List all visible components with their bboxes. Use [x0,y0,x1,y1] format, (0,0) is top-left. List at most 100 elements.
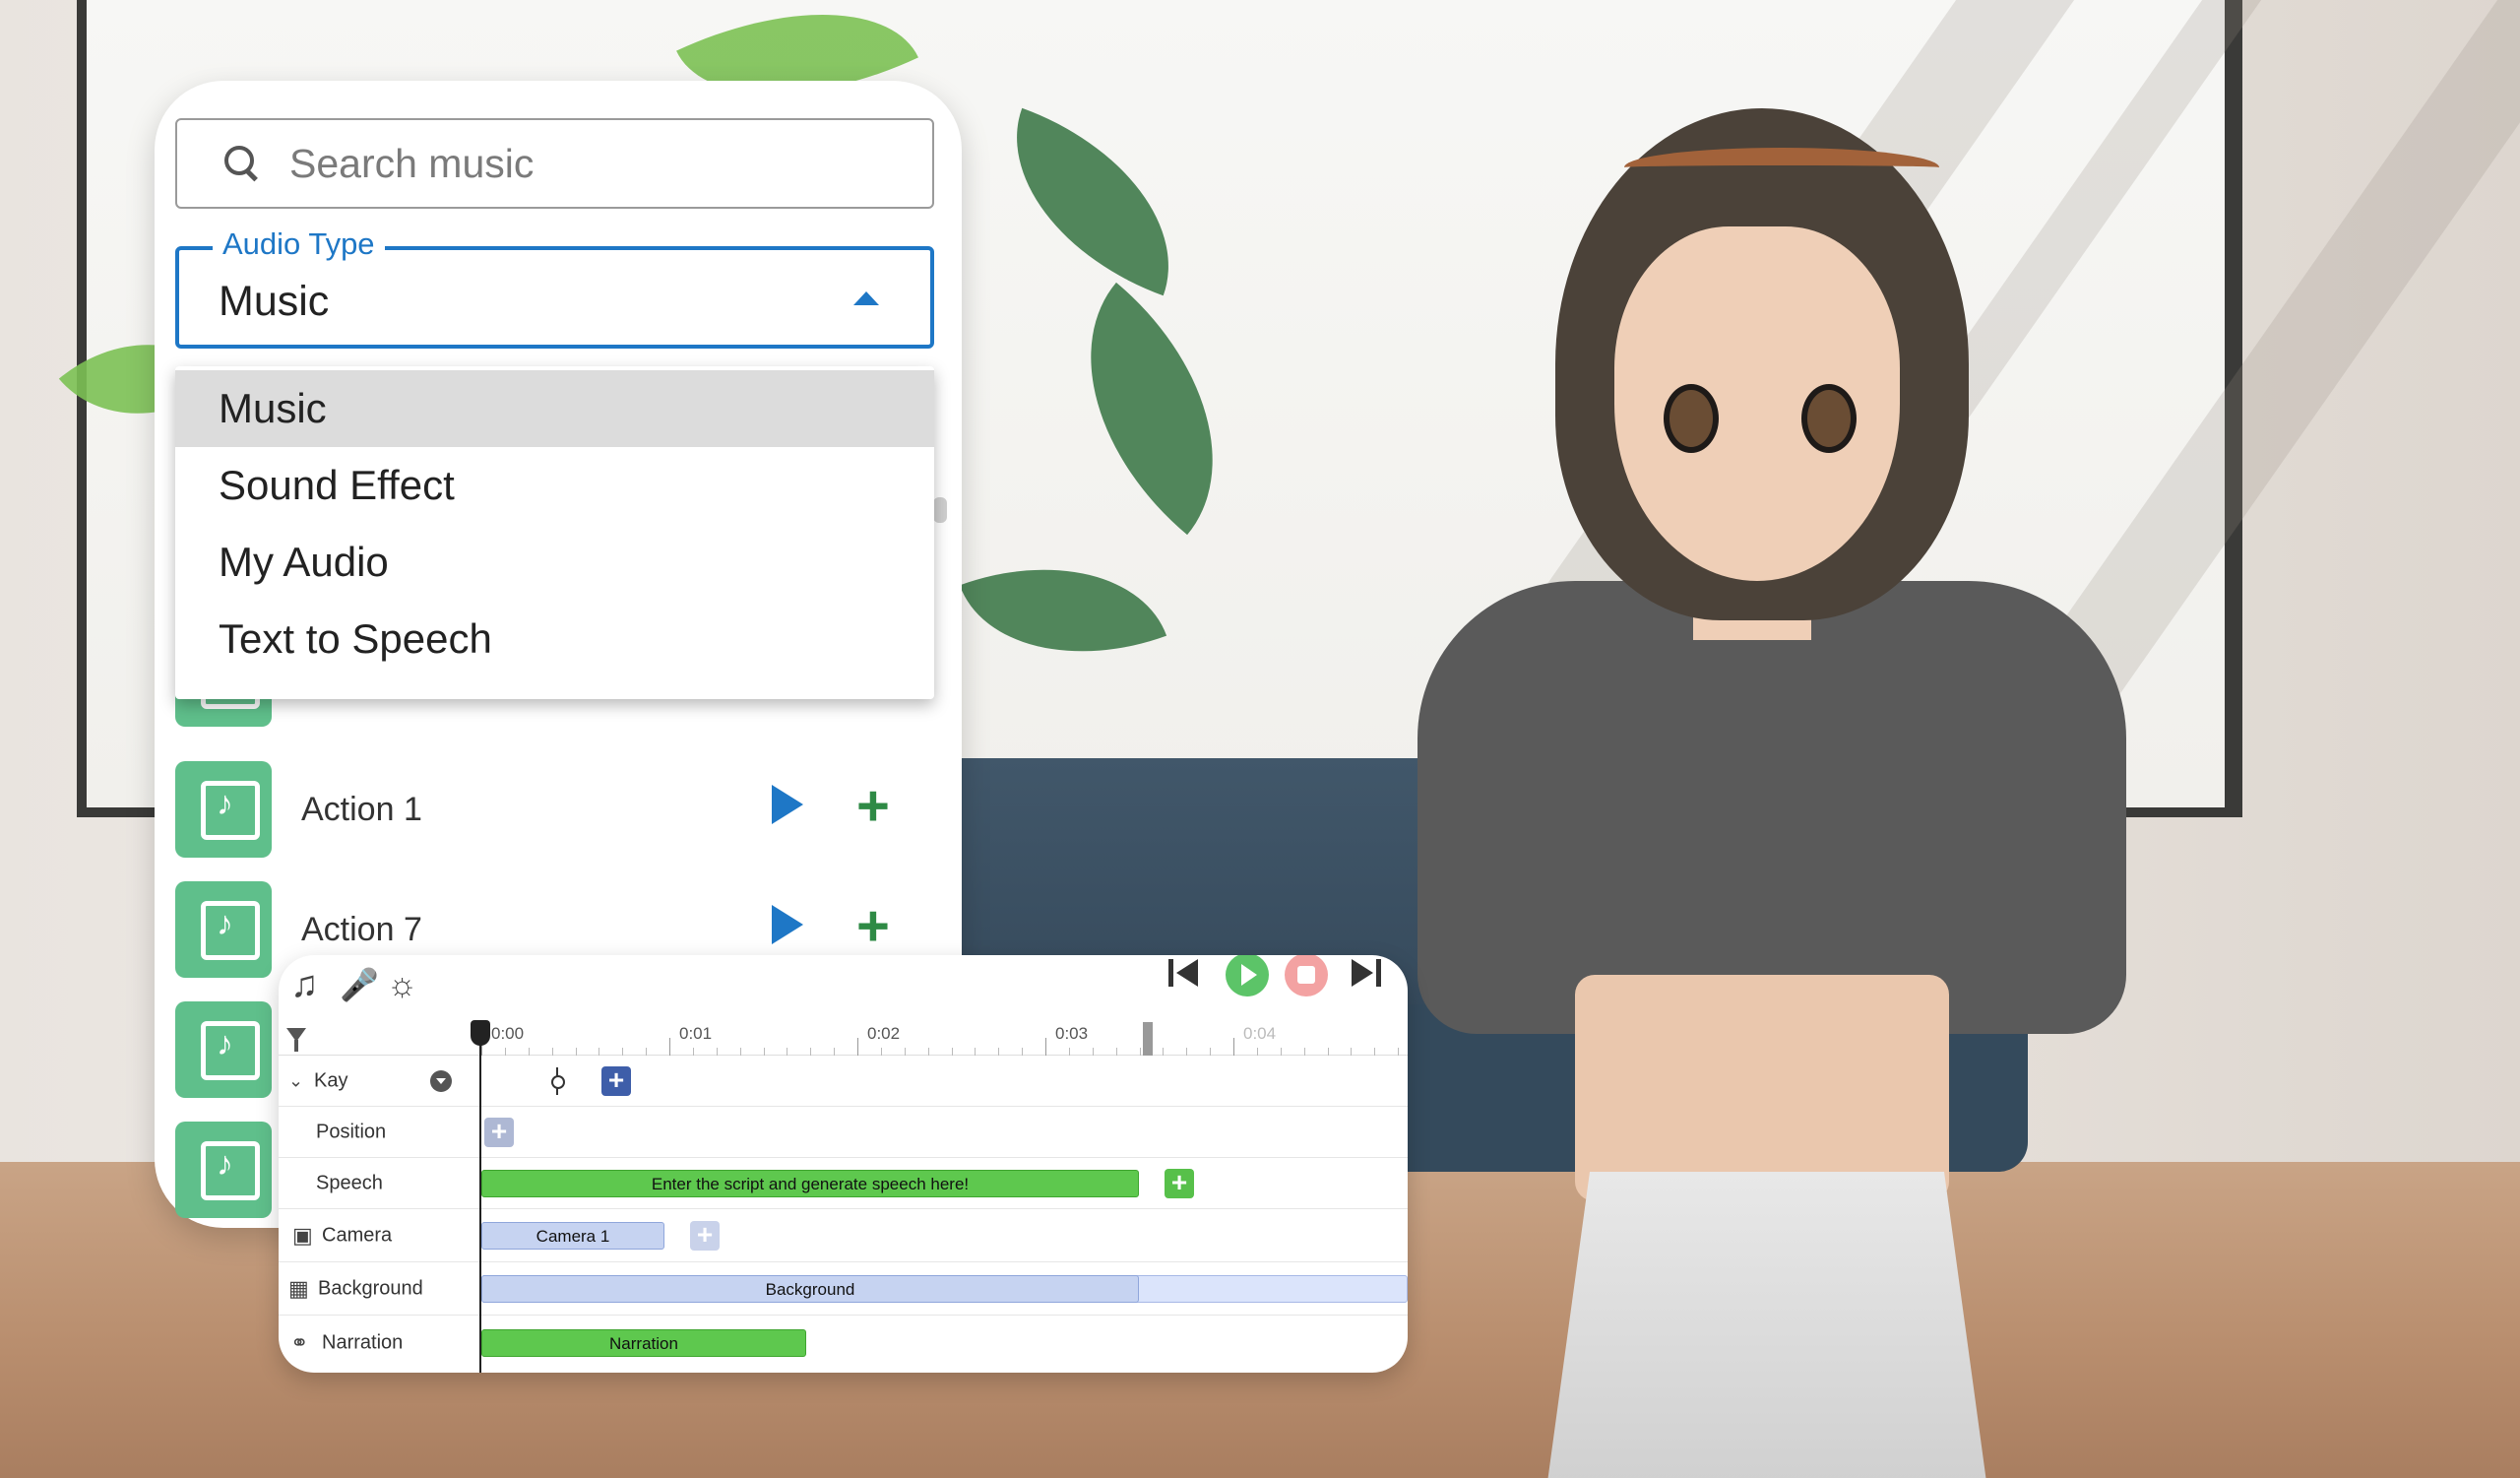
tick-label: 0:02 [867,1024,901,1043]
add-icon[interactable]: + [856,778,890,835]
ruler-tick [1374,1048,1376,1056]
audio-type-select[interactable]: Audio Type Music [175,226,934,349]
track-row-background[interactable]: ▦ Background Background [279,1262,1408,1316]
ruler-tick [575,1048,577,1056]
timeline-end-marker[interactable] [1143,1022,1153,1056]
character-eye [1801,384,1857,453]
filter-icon[interactable] [286,1028,306,1052]
ruler-tick [622,1048,624,1056]
character-skirt [1545,1172,1988,1478]
list-item[interactable]: Action 1 + [175,761,943,860]
ruler-tick [834,1048,836,1056]
caret-up-icon [853,291,879,305]
keyframe-icon[interactable] [550,1066,565,1095]
character-face [1614,226,1900,581]
ruler-tick [1022,1048,1024,1056]
camera-icon: ▣ [292,1222,313,1248]
track-label: Narration [322,1331,404,1354]
menu-item-text-to-speech[interactable]: Text to Speech [175,601,934,677]
timeline-panel: ♫ 🎤 ☼ 0:00 0:01 0:02 0:03 0:04 ⌄ Kay + P… [279,955,1408,1373]
background-clip[interactable]: Background [481,1274,1139,1303]
ruler-tick [975,1048,976,1056]
track-label: Kay [314,1069,348,1091]
play-icon[interactable] [772,785,803,824]
ruler-tick [1068,1048,1070,1056]
headphones-icon: ⚭ [290,1330,309,1355]
ruler-tick [1115,1048,1117,1056]
tick-label: 0:03 [1055,1024,1089,1043]
add-keyframe-button[interactable]: + [601,1065,631,1096]
track-row-narration[interactable]: ⚭ Narration Narration [279,1316,1408,1371]
avatar-character [1398,89,2126,1478]
ruler-tick [1092,1048,1094,1056]
playhead-line[interactable] [479,1040,481,1373]
ruler-tick [1139,1048,1141,1056]
ruler-tick [880,1048,882,1056]
narration-clip[interactable]: Narration [481,1329,806,1357]
expand-menu-icon[interactable] [430,1069,452,1092]
ruler-tick [1163,1048,1165,1056]
menu-item-music[interactable]: Music [175,370,934,447]
music-file-icon [175,761,272,858]
character-torso [1575,975,1949,1201]
search-input[interactable] [289,140,919,187]
microphone-icon[interactable]: 🎤 [340,965,379,1004]
music-file-icon [175,1001,272,1098]
tick-label: 0:04 [1243,1024,1277,1043]
menu-item-my-audio[interactable]: My Audio [175,524,934,601]
ruler-tick [528,1048,530,1056]
list-scrollbar[interactable] [933,497,947,523]
character-headband [1624,148,1939,187]
track-label: Background [318,1277,423,1299]
tick-label: 0:01 [679,1024,713,1043]
time-ruler[interactable]: 0:00 0:01 0:02 0:03 0:04 [279,1016,1408,1056]
track-row-position[interactable]: Position + [279,1107,1408,1158]
ruler-tick [646,1048,648,1056]
light-icon[interactable]: ☼ [387,965,417,1004]
ruler-tick [739,1048,741,1056]
music-note-icon[interactable]: ♫ [290,965,319,1004]
ruler-tick [669,1038,670,1056]
add-speech-button[interactable]: + [1165,1168,1194,1198]
add-camera-button[interactable]: + [690,1220,720,1251]
chevron-down-icon[interactable]: ⌄ [288,1070,303,1091]
play-icon[interactable] [1226,955,1269,996]
tick-label: 0:00 [491,1024,525,1043]
camera-clip[interactable]: Camera 1 [481,1221,664,1250]
character-hoodie [1418,581,2126,1034]
list-item-name: Action 7 [301,911,422,948]
ruler-tick [998,1048,1000,1056]
ruler-tick [716,1048,718,1056]
skip-previous-icon[interactable] [1166,955,1202,991]
add-icon[interactable]: + [856,898,890,955]
ruler-tick [1256,1048,1258,1056]
ruler-tick [763,1048,765,1056]
ruler-tick [810,1048,812,1056]
track-label: Speech [316,1172,383,1193]
ruler-tick [504,1048,506,1056]
ruler-tick [1045,1038,1046,1056]
track-row-speech[interactable]: Speech Enter the script and generate spe… [279,1158,1408,1209]
stop-icon[interactable] [1285,955,1328,996]
track-row-camera[interactable]: ▣ Camera Camera 1 + [279,1209,1408,1262]
add-position-button[interactable]: + [484,1117,514,1147]
ruler-tick [1303,1048,1305,1056]
ruler-tick [857,1038,858,1056]
ruler-tick [951,1048,953,1056]
ruler-tick [692,1048,694,1056]
ruler-tick [598,1048,600,1056]
ruler-tick [1233,1038,1234,1056]
ruler-tick [1186,1048,1188,1056]
music-file-icon [175,881,272,978]
skip-next-icon[interactable] [1348,955,1383,991]
speech-clip[interactable]: Enter the script and generate speech her… [481,1169,1139,1197]
search-box[interactable] [175,118,934,209]
ruler-tick [1210,1048,1212,1056]
ruler-tick [1398,1048,1400,1056]
ruler-tick [1351,1048,1353,1056]
track-row-kay[interactable]: ⌄ Kay + [279,1056,1408,1107]
play-icon[interactable] [772,905,803,944]
image-icon: ▦ [288,1275,309,1301]
track-label: Position [316,1121,387,1142]
menu-item-sound-effect[interactable]: Sound Effect [175,447,934,524]
